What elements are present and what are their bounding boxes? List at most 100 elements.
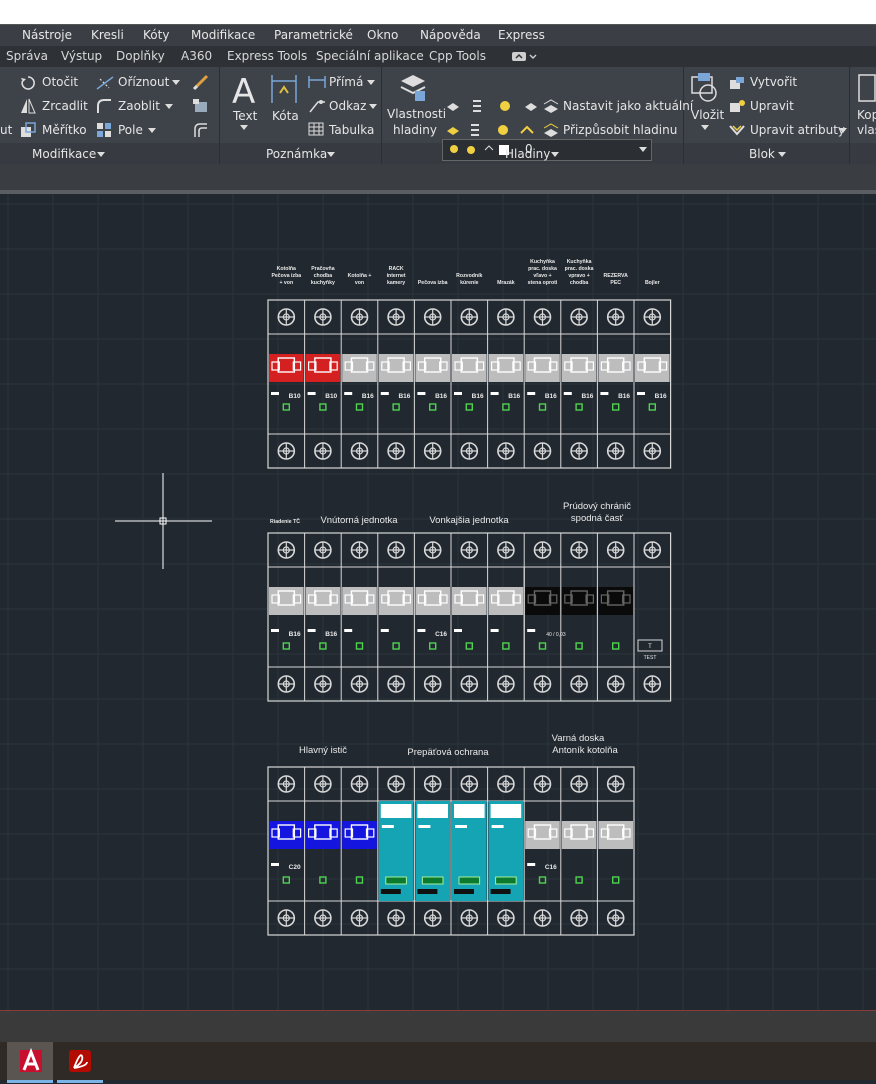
- menu-express[interactable]: Express: [498, 28, 545, 42]
- menu-draw[interactable]: Kresli: [91, 28, 124, 42]
- scale-icon: [21, 122, 36, 137]
- edit-attributes-button[interactable]: Upravit atributy: [750, 123, 845, 137]
- led-indicator: [465, 403, 473, 411]
- fillet-icon: [97, 99, 111, 113]
- tab-a360[interactable]: A360: [181, 49, 212, 63]
- tab-output[interactable]: Výstup: [61, 49, 102, 63]
- breaker-rating: B16: [581, 393, 593, 400]
- chevron-down-icon[interactable]: [778, 152, 786, 158]
- panel-title-annotation[interactable]: Poznámka: [266, 147, 327, 161]
- panel-title-block[interactable]: Blok: [749, 147, 775, 161]
- scale-button[interactable]: Měřítko: [42, 123, 87, 137]
- panel-title-modify[interactable]: Modifikace: [32, 147, 96, 161]
- rotate-button[interactable]: Otočit: [42, 75, 78, 89]
- menu-dimension[interactable]: Kóty: [143, 28, 169, 42]
- chevron-down-icon[interactable]: [165, 104, 173, 110]
- edit-block-button[interactable]: Upravit: [750, 99, 794, 113]
- leader-button[interactable]: Odkaz: [329, 99, 366, 113]
- led-indicator: [355, 876, 364, 884]
- led-indicator: [575, 876, 583, 884]
- surge-status-window: [385, 876, 407, 885]
- breaker-rating: B16: [289, 631, 301, 638]
- menu-tools[interactable]: Nástroje: [22, 28, 72, 42]
- table-button[interactable]: Tabulka: [329, 123, 374, 137]
- surge-module-top: [380, 804, 412, 818]
- clipboard-icon[interactable]: [857, 73, 876, 103]
- status-indicator: [454, 392, 462, 395]
- erase-icon[interactable]: [192, 73, 210, 91]
- insert-block-button[interactable]: Vložit: [691, 108, 724, 122]
- menu-parametric[interactable]: Parametrické: [274, 28, 353, 42]
- rotate-icon: [21, 76, 35, 90]
- led-indicator: [502, 642, 510, 650]
- menu-help[interactable]: Nápověda: [420, 28, 481, 42]
- tab-express-tools[interactable]: Express Tools: [227, 49, 307, 63]
- chevron-down-icon[interactable]: [701, 125, 709, 131]
- create-block-icon: [730, 77, 744, 89]
- breaker-rating: B10: [325, 393, 337, 400]
- circuit-label: Kuchyňka: [530, 259, 555, 265]
- make-current-button[interactable]: Nastavit jako aktuální: [563, 99, 693, 113]
- breaker-rating: B16: [362, 393, 374, 400]
- status-indicator: [271, 863, 279, 866]
- layer-tools-row1-icons[interactable]: [445, 97, 555, 115]
- surge-label-plate: [417, 889, 438, 894]
- breaker-rating: B16: [325, 631, 337, 638]
- chevron-down-icon[interactable]: [148, 128, 156, 134]
- taskbar-autocad-button[interactable]: [7, 1042, 53, 1083]
- layer-properties-label-1[interactable]: Vlastnosti: [387, 107, 446, 121]
- array-button[interactable]: Pole: [118, 123, 143, 137]
- match-layer-button[interactable]: Přizpůsobit hladinu: [563, 123, 677, 137]
- chevron-down-icon[interactable]: [97, 152, 105, 158]
- create-block-button[interactable]: Vytvořit: [750, 75, 797, 89]
- truncated-right-label-2[interactable]: vlas: [857, 123, 876, 137]
- chevron-down-icon[interactable]: [839, 128, 847, 134]
- group-label-control: Riadenie TČ: [270, 518, 300, 525]
- tab-manage[interactable]: Správa: [6, 49, 48, 63]
- menu-window[interactable]: Okno: [367, 28, 398, 42]
- truncated-right-label-1[interactable]: Kop: [857, 108, 876, 122]
- breaker-rating: C16: [545, 864, 557, 871]
- surge-module-tab: [418, 825, 431, 828]
- chevron-down-icon[interactable]: [327, 152, 335, 158]
- panel-title-layers[interactable]: Hladiny: [505, 147, 550, 161]
- pdf-icon: [69, 1050, 91, 1072]
- led-indicator: [465, 642, 473, 650]
- chevron-down-icon[interactable]: [369, 104, 377, 110]
- circuit-label: kuchyňky: [311, 280, 335, 286]
- circuit-label: Kotolňa +: [348, 273, 372, 279]
- explode-icon[interactable]: [192, 97, 210, 115]
- dimension-button[interactable]: Kóta: [272, 109, 299, 123]
- layer-properties-label-2[interactable]: hladiny: [393, 123, 437, 137]
- led-indicator: [429, 403, 437, 411]
- tab-cpp-tools[interactable]: Cpp Tools: [429, 49, 486, 63]
- circuit-label: Kotolňa: [277, 266, 296, 272]
- chevron-down-icon[interactable]: [172, 80, 180, 86]
- menu-modify[interactable]: Modifikace: [191, 28, 255, 42]
- led-indicator: [538, 876, 547, 884]
- fillet-button[interactable]: Zaoblit: [118, 99, 160, 113]
- trim-icon: [96, 76, 114, 90]
- tab-addons[interactable]: Doplňky: [116, 49, 165, 63]
- chevron-down-icon[interactable]: [639, 147, 647, 153]
- tab-featured-apps[interactable]: Speciální aplikace: [316, 49, 424, 63]
- layer-tools-row2-icons[interactable]: [445, 121, 535, 139]
- mirror-button[interactable]: Zrcadlit: [42, 99, 88, 113]
- surge-status-window: [458, 876, 481, 885]
- minimize-ribbon-icon[interactable]: [511, 51, 537, 63]
- chevron-down-icon[interactable]: [551, 152, 559, 158]
- chevron-down-icon[interactable]: [367, 80, 375, 86]
- taskbar-pdf-button[interactable]: [57, 1042, 103, 1083]
- match-layer-icon: [543, 123, 559, 137]
- drawing-canvas[interactable]: Kotolňa Pečova izba + von Pračovňa chodba kuc…: [0, 194, 876, 1010]
- offset-icon[interactable]: [192, 121, 210, 139]
- circuit-label: prac. doska: [565, 266, 594, 272]
- led-indicator: [575, 403, 583, 411]
- chevron-down-icon[interactable]: [240, 125, 248, 131]
- breaker-rating: C20: [289, 864, 301, 871]
- text-button[interactable]: Text: [233, 109, 257, 123]
- rcd-test-t: T: [648, 644, 652, 650]
- circuit-label: Bojler: [645, 280, 660, 286]
- linear-dim-button[interactable]: Přímá: [329, 75, 363, 89]
- trim-button[interactable]: Oříznout: [118, 75, 169, 89]
